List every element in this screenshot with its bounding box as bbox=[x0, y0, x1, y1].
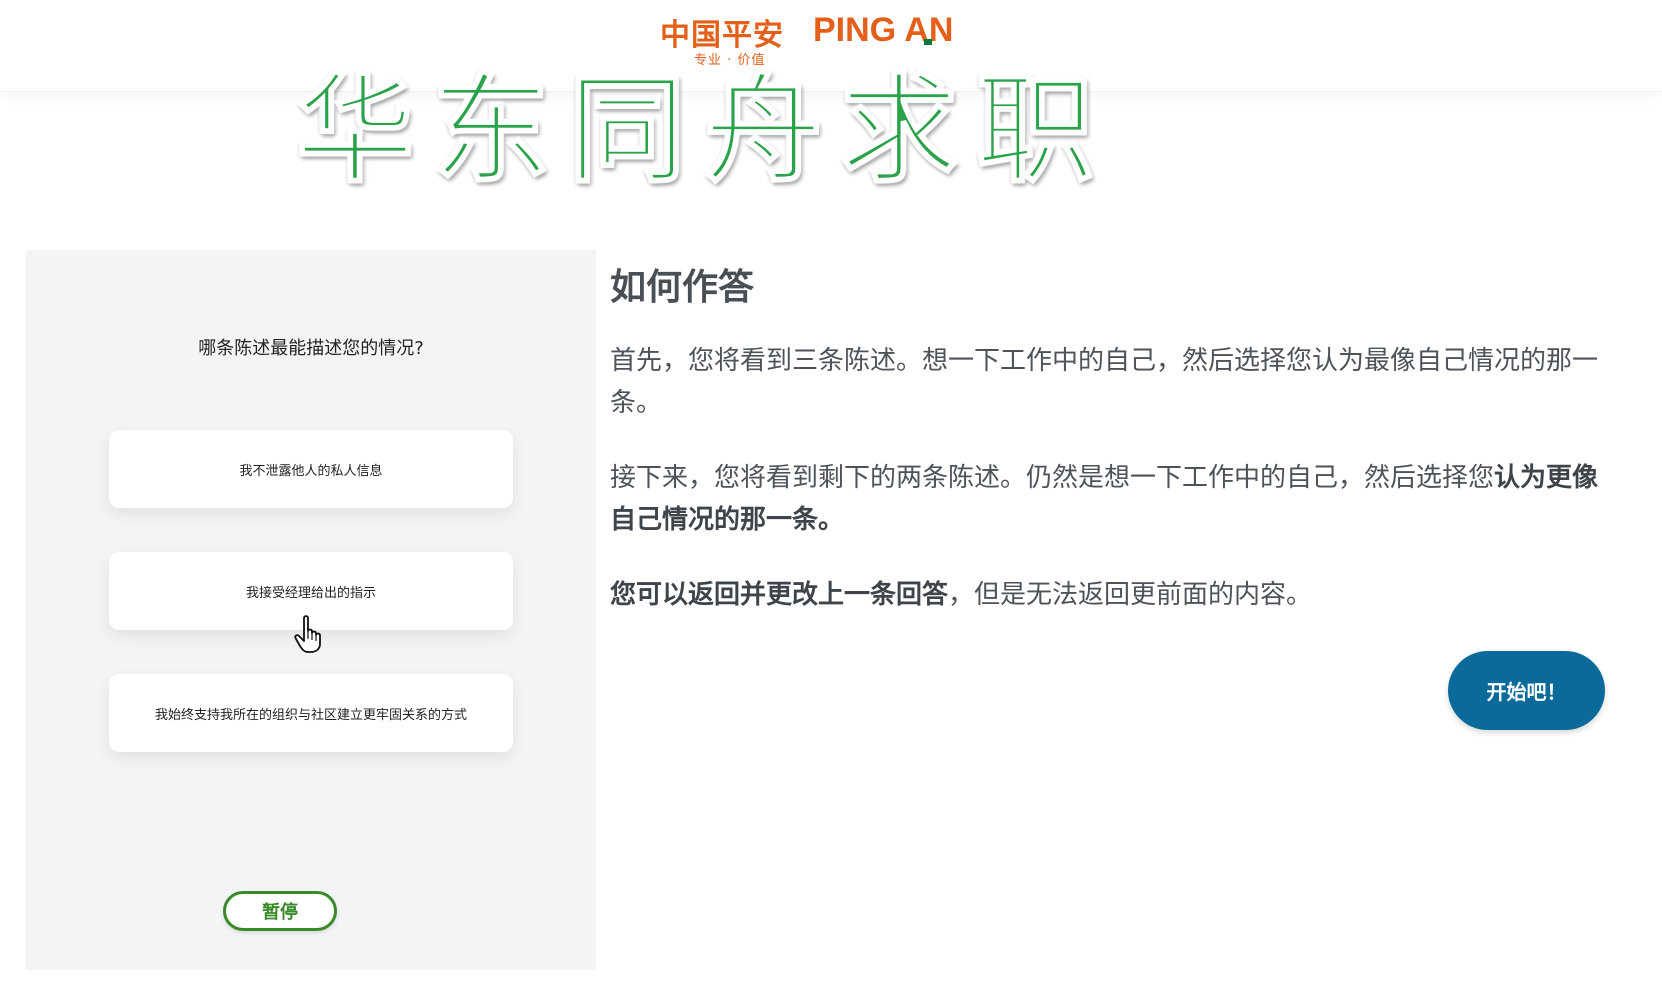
page: 中国平安 PING AN 专业 · 价值 华东同舟求职 哪条陈述最能描述您的情况… bbox=[0, 0, 1662, 989]
option-label: 我不泄露他人的私人信息 bbox=[239, 463, 383, 479]
demo-panel: 哪条陈述最能描述您的情况? 我不泄露他人的私人信息 我接受经理给出的指示 我始终… bbox=[26, 250, 596, 970]
option-label: 我接受经理给出的指示 bbox=[245, 585, 376, 601]
pause-button[interactable]: 暂停 bbox=[223, 891, 337, 931]
logo-chinese-text: 中国平安 bbox=[660, 18, 784, 53]
option-label: 我始终支持我所在的组织与社区建立更牢固关系的方式 bbox=[154, 707, 467, 723]
instructions-title: 如何作答 bbox=[610, 267, 755, 308]
logo-green-accent bbox=[924, 39, 932, 45]
instruction-paragraph-2: 接下来，您将看到剩下的两条陈述。仍然是想一下工作中的自己，然后选择您认为更像自己… bbox=[610, 457, 1610, 541]
instruction-text: ，但是无法返回更前面的内容。 bbox=[948, 580, 1313, 610]
option-card-3[interactable]: 我始终支持我所在的组织与社区建立更牢固关系的方式 bbox=[109, 674, 513, 752]
instruction-text: 首先，您将看到三条陈述。想一下工作中的自己，然后选择您认为最像自己情况的那一条。 bbox=[610, 346, 1599, 418]
start-button[interactable]: 开始吧！ bbox=[1448, 651, 1605, 730]
instruction-bold-text: 您可以返回并更改上一条回答 bbox=[610, 580, 949, 610]
instruction-paragraph-3: 您可以返回并更改上一条回答，但是无法返回更前面的内容。 bbox=[610, 574, 1610, 616]
watermark-overlay: 华东同舟求职 bbox=[295, 59, 1113, 200]
logo-english-text: PING AN bbox=[813, 11, 954, 49]
hand-cursor-icon bbox=[294, 615, 321, 653]
demo-question: 哪条陈述最能描述您的情况? bbox=[198, 338, 424, 359]
option-card-1[interactable]: 我不泄露他人的私人信息 bbox=[109, 430, 513, 508]
instruction-paragraph-1: 首先，您将看到三条陈述。想一下工作中的自己，然后选择您认为最像自己情况的那一条。 bbox=[610, 340, 1610, 424]
instruction-text: 接下来，您将看到剩下的两条陈述。仍然是想一下工作中的自己，然后选择您 bbox=[610, 463, 1495, 493]
